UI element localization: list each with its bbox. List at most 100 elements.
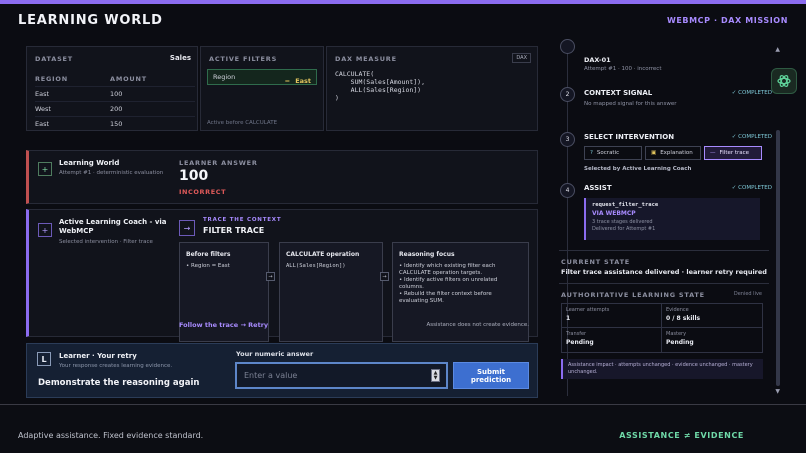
filter-field: Region bbox=[213, 73, 236, 81]
footer: Adaptive assistance. Fixed evidence stan… bbox=[0, 404, 806, 453]
current-state-text: Filter trace assistance delivered · lear… bbox=[561, 268, 767, 276]
state-cell: Transfer Pending bbox=[562, 328, 662, 352]
chip-label: Socratic bbox=[596, 150, 620, 156]
learner-answer: 100 bbox=[179, 168, 209, 184]
world-title: Learning World bbox=[59, 159, 120, 167]
assistant-logo-icon bbox=[777, 75, 791, 87]
footer-tagline: Adaptive assistance. Fixed evidence stan… bbox=[18, 431, 204, 440]
state-cell: Mastery Pending bbox=[662, 328, 762, 352]
state-cell: Learner attempts 1 bbox=[562, 304, 662, 328]
before-filters-item: • Region = East bbox=[186, 263, 230, 269]
left-column: DATASET Sales REGION AMOUNT East 100 Wes… bbox=[26, 46, 538, 398]
step-sub: Selected by Active Learning Coach bbox=[584, 166, 692, 172]
step-status: ✓ COMPLETED bbox=[731, 185, 772, 191]
table-cell: 200 bbox=[110, 105, 123, 113]
focus-list: • Identify which existing filter each CA… bbox=[399, 263, 522, 305]
active-filter-chip: Region = East bbox=[207, 69, 317, 85]
focus-item-text: Rebuild the filter context before evalua… bbox=[399, 291, 492, 304]
step-marker: 3 bbox=[560, 132, 575, 147]
dataset-panel: DATASET Sales REGION AMOUNT East 100 Wes… bbox=[26, 46, 198, 131]
assist-note: Assistance does not create evidence. bbox=[426, 322, 529, 328]
learning-state-label: AUTHORITATIVE LEARNING STATE bbox=[561, 291, 705, 299]
focus-item: • Identify active filters on unrelated c… bbox=[399, 277, 498, 290]
dax-code: CALCULATE( SUM(Sales[Amount]), ALL(Sales… bbox=[335, 70, 426, 102]
step-status: ✓ COMPLETED bbox=[731, 90, 772, 96]
arrow-right-icon: → bbox=[266, 272, 275, 281]
trace-heading: FILTER TRACE bbox=[203, 226, 265, 235]
live-badge: Denied live bbox=[733, 291, 762, 297]
step-marker bbox=[560, 39, 575, 54]
state-key: Mastery bbox=[666, 331, 687, 337]
dax-measure-panel: DAX MEASURE DAX CALCULATE( SUM(Sales[Amo… bbox=[326, 46, 538, 131]
retry-title: Learner · Your retry bbox=[59, 352, 137, 360]
chip-filter-trace[interactable]: — Filter trace bbox=[704, 146, 762, 160]
focus-item-text: Identify active filters on unrelated col… bbox=[399, 277, 498, 290]
table-row: East 150 bbox=[35, 116, 195, 131]
app-header: LEARNING WORLD WEBMCP · DAX MISSION bbox=[0, 4, 806, 36]
assist-line: Delivered for Attempt #1 bbox=[592, 226, 656, 232]
step-title: ASSIST bbox=[584, 184, 612, 192]
intervention-chips: ? Socratic ▣ Explanation — Filter trace bbox=[584, 146, 764, 162]
table-cell: West bbox=[35, 105, 51, 113]
state-key: Learner attempts bbox=[566, 307, 610, 313]
verdict-badge: INCORRECT bbox=[179, 188, 227, 196]
timeline-column: ▲ DAX-01 Attempt #1 · 100 · incorrect 2 … bbox=[549, 39, 782, 396]
question-icon: ? bbox=[590, 150, 593, 156]
dataset-table: REGION AMOUNT East 100 West 200 East 150 bbox=[35, 71, 195, 131]
plus-icon: + bbox=[38, 162, 52, 176]
filter-operator: = bbox=[284, 76, 291, 85]
coach-subtitle: Selected intervention · Filter trace bbox=[59, 239, 153, 245]
before-filters-title: Before filters bbox=[186, 251, 231, 258]
chip-label: Explanation bbox=[660, 150, 693, 156]
assist-via: VIA WEBMCP bbox=[592, 210, 636, 217]
retry-prompt: Demonstrate the reasoning again bbox=[38, 378, 200, 388]
step-marker: 4 bbox=[560, 183, 575, 198]
scroll-down-icon[interactable]: ▼ bbox=[775, 388, 780, 395]
table-cell: 150 bbox=[110, 120, 123, 128]
chip-socratic[interactable]: ? Socratic bbox=[584, 146, 642, 160]
scrollbar[interactable] bbox=[776, 130, 780, 386]
coach-title: Active Learning Coach - via WebMCP bbox=[59, 218, 167, 235]
table-row: East 100 bbox=[35, 86, 195, 101]
retry-panel: L Learner · Your retry Your response cre… bbox=[26, 343, 538, 398]
stepper-icon[interactable]: ▲ ▼ bbox=[431, 369, 440, 382]
answer-label: LEARNER ANSWER bbox=[179, 159, 258, 167]
retry-subtitle: Your response creates learning evidence. bbox=[59, 363, 173, 369]
state-value: Pending bbox=[666, 339, 694, 346]
step-sub: No mapped signal for this answer bbox=[584, 101, 677, 107]
calculate-code: ALL(Sales[Region]) bbox=[286, 263, 346, 269]
retry-link[interactable]: Follow the trace → Retry bbox=[179, 321, 268, 329]
scroll-up-icon[interactable]: ▲ bbox=[775, 46, 780, 53]
chip-explanation[interactable]: ▣ Explanation bbox=[645, 146, 701, 160]
calculate-card: CALCULATE operation ALL(Sales[Region]) bbox=[279, 242, 383, 342]
book-icon: ▣ bbox=[651, 150, 657, 156]
table-cell: East bbox=[35, 90, 50, 98]
assistant-logo[interactable] bbox=[771, 68, 797, 94]
arrow-right-icon: → bbox=[179, 220, 195, 236]
filter-item: Region = East bbox=[191, 263, 230, 269]
table-cell: East bbox=[35, 120, 50, 128]
plus-icon: + bbox=[38, 223, 52, 237]
active-filters-label: ACTIVE FILTERS bbox=[209, 55, 278, 63]
input-placeholder: Enter a value bbox=[244, 371, 298, 380]
calculate-title: CALCULATE operation bbox=[286, 251, 360, 258]
focus-title: Reasoning focus bbox=[399, 251, 455, 258]
table-header-row: REGION AMOUNT bbox=[35, 71, 195, 86]
impact-note: Assistance impact · attempts unchanged ·… bbox=[561, 359, 763, 379]
answer-field-label: Your numeric answer bbox=[236, 350, 314, 358]
chip-label: Filter trace bbox=[719, 150, 750, 156]
learning-state-grid: Learner attempts 1 Evidence 0 / 8 skills… bbox=[561, 303, 763, 353]
filter-note: Active before CALCULATE bbox=[207, 120, 278, 126]
assist-detail: request_filter_trace VIA WEBMCP 3 trace … bbox=[584, 198, 760, 240]
assist-line: 3 trace stages delivered bbox=[592, 219, 653, 225]
divider bbox=[559, 250, 769, 251]
submit-button[interactable]: Submit prediction bbox=[453, 362, 529, 389]
focus-item-text: Identify which existing filter each CALC… bbox=[399, 263, 496, 276]
trace-kicker: TRACE THE CONTEXT bbox=[203, 217, 282, 223]
trace-icon: — bbox=[710, 150, 716, 156]
state-cell: Evidence 0 / 8 skills bbox=[662, 304, 762, 328]
numeric-answer-input[interactable]: Enter a value ▲ ▼ bbox=[235, 362, 448, 389]
coach-panel: + Active Learning Coach - via WebMCP Sel… bbox=[26, 209, 538, 342]
learner-answer-panel: + Learning World Attempt #1 · determinis… bbox=[26, 150, 538, 204]
step-status: ✓ COMPLETED bbox=[731, 134, 772, 140]
